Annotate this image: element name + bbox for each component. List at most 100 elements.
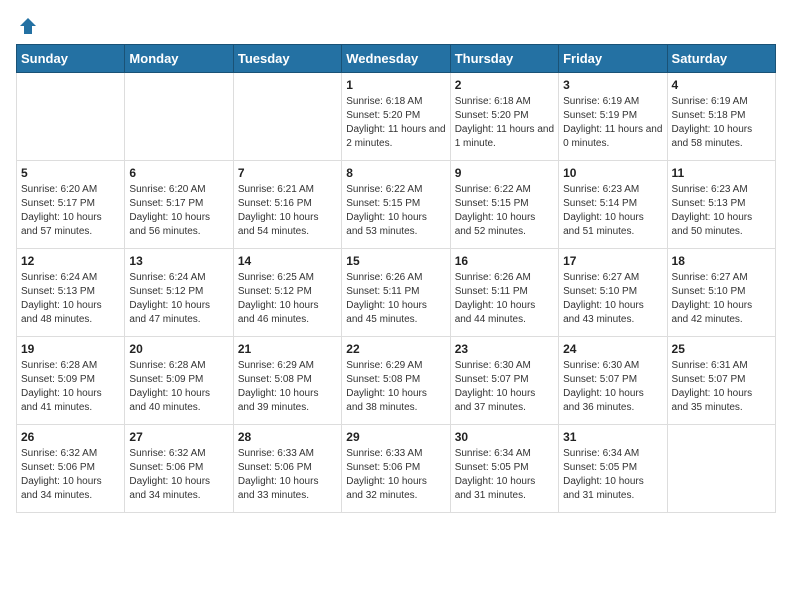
day-info: Sunrise: 6:33 AMSunset: 5:06 PMDaylight:… <box>238 447 337 503</box>
day-info: Sunrise: 6:18 AMSunset: 5:20 PMDaylight:… <box>455 95 554 151</box>
day-number: 24 <box>563 342 662 356</box>
calendar-cell: 1 Sunrise: 6:18 AMSunset: 5:20 PMDaylight… <box>342 73 450 161</box>
calendar-week-row: 26 Sunrise: 6:32 AMSunset: 5:06 PMDayligh… <box>17 425 776 513</box>
calendar-cell: 5 Sunrise: 6:20 AMSunset: 5:17 PMDaylight… <box>17 161 125 249</box>
calendar-cell <box>17 73 125 161</box>
calendar-cell: 14 Sunrise: 6:25 AMSunset: 5:12 PMDayligh… <box>233 249 341 337</box>
calendar-cell: 8 Sunrise: 6:22 AMSunset: 5:15 PMDaylight… <box>342 161 450 249</box>
day-info: Sunrise: 6:20 AMSunset: 5:17 PMDaylight:… <box>21 183 120 239</box>
day-info: Sunrise: 6:24 AMSunset: 5:12 PMDaylight:… <box>129 271 228 327</box>
calendar-cell: 19 Sunrise: 6:28 AMSunset: 5:09 PMDayligh… <box>17 337 125 425</box>
day-info: Sunrise: 6:24 AMSunset: 5:13 PMDaylight:… <box>21 271 120 327</box>
calendar-cell: 24Sunrise: 6:30 AMSunset: 5:07 PMDayligh… <box>559 337 667 425</box>
calendar-cell: 15 Sunrise: 6:26 AMSunset: 5:11 PMDayligh… <box>342 249 450 337</box>
weekday-header-monday: Monday <box>125 45 233 73</box>
calendar-cell: 6 Sunrise: 6:20 AMSunset: 5:17 PMDaylight… <box>125 161 233 249</box>
weekday-header-row: SundayMondayTuesdayWednesdayThursdayFrid… <box>17 45 776 73</box>
day-number: 31 <box>563 430 662 444</box>
day-info: Sunrise: 6:27 AMSunset: 5:10 PMDaylight:… <box>672 271 771 327</box>
logo-icon <box>18 16 38 36</box>
calendar-week-row: 19 Sunrise: 6:28 AMSunset: 5:09 PMDayligh… <box>17 337 776 425</box>
calendar-cell: 23 Sunrise: 6:30 AMSunset: 5:07 PMDayligh… <box>450 337 558 425</box>
calendar-cell: 31Sunrise: 6:34 AMSunset: 5:05 PMDayligh… <box>559 425 667 513</box>
day-info: Sunrise: 6:22 AMSunset: 5:15 PMDaylight:… <box>346 183 445 239</box>
day-info: Sunrise: 6:20 AMSunset: 5:17 PMDaylight:… <box>129 183 228 239</box>
day-info: Sunrise: 6:26 AMSunset: 5:11 PMDaylight:… <box>346 271 445 327</box>
day-number: 8 <box>346 166 445 180</box>
weekday-header-friday: Friday <box>559 45 667 73</box>
day-number: 28 <box>238 430 337 444</box>
day-number: 1 <box>346 78 445 92</box>
calendar-cell: 20 Sunrise: 6:28 AMSunset: 5:09 PMDayligh… <box>125 337 233 425</box>
day-info: Sunrise: 6:32 AMSunset: 5:06 PMDaylight:… <box>129 447 228 503</box>
day-info: Sunrise: 6:26 AMSunset: 5:11 PMDaylight:… <box>455 271 554 327</box>
calendar-cell <box>667 425 775 513</box>
calendar-cell: 18 Sunrise: 6:27 AMSunset: 5:10 PMDayligh… <box>667 249 775 337</box>
day-number: 12 <box>21 254 120 268</box>
day-info: Sunrise: 6:29 AMSunset: 5:08 PMDaylight:… <box>346 359 445 415</box>
day-info: Sunrise: 6:18 AMSunset: 5:20 PMDaylight:… <box>346 95 445 151</box>
day-number: 6 <box>129 166 228 180</box>
header <box>16 16 776 36</box>
day-number: 16 <box>455 254 554 268</box>
calendar-cell: 4Sunrise: 6:19 AMSunset: 5:18 PMDaylight… <box>667 73 775 161</box>
day-number: 18 <box>672 254 771 268</box>
day-number: 22 <box>346 342 445 356</box>
calendar-cell: 25Sunrise: 6:31 AMSunset: 5:07 PMDayligh… <box>667 337 775 425</box>
day-info: Sunrise: 6:21 AMSunset: 5:16 PMDaylight:… <box>238 183 337 239</box>
day-number: 4 <box>672 78 771 92</box>
logo <box>16 16 38 36</box>
weekday-header-thursday: Thursday <box>450 45 558 73</box>
day-info: Sunrise: 6:22 AMSunset: 5:15 PMDaylight:… <box>455 183 554 239</box>
day-info: Sunrise: 6:23 AMSunset: 5:14 PMDaylight:… <box>563 183 662 239</box>
calendar-cell: 2 Sunrise: 6:18 AMSunset: 5:20 PMDaylight… <box>450 73 558 161</box>
day-number: 27 <box>129 430 228 444</box>
day-number: 14 <box>238 254 337 268</box>
calendar-cell: 12 Sunrise: 6:24 AMSunset: 5:13 PMDayligh… <box>17 249 125 337</box>
day-info: Sunrise: 6:30 AMSunset: 5:07 PMDaylight:… <box>455 359 554 415</box>
day-info: Sunrise: 6:25 AMSunset: 5:12 PMDaylight:… <box>238 271 337 327</box>
day-number: 2 <box>455 78 554 92</box>
calendar-cell: 27 Sunrise: 6:32 AMSunset: 5:06 PMDayligh… <box>125 425 233 513</box>
calendar-cell: 28 Sunrise: 6:33 AMSunset: 5:06 PMDayligh… <box>233 425 341 513</box>
calendar-cell <box>233 73 341 161</box>
day-number: 9 <box>455 166 554 180</box>
day-number: 20 <box>129 342 228 356</box>
day-number: 25 <box>672 342 771 356</box>
calendar-cell: 3Sunrise: 6:19 AMSunset: 5:19 PMDaylight… <box>559 73 667 161</box>
day-number: 7 <box>238 166 337 180</box>
day-info: Sunrise: 6:34 AMSunset: 5:05 PMDaylight:… <box>455 447 554 503</box>
day-info: Sunrise: 6:29 AMSunset: 5:08 PMDaylight:… <box>238 359 337 415</box>
day-number: 29 <box>346 430 445 444</box>
calendar-cell: 10 Sunrise: 6:23 AMSunset: 5:14 PMDayligh… <box>559 161 667 249</box>
calendar-cell: 11Sunrise: 6:23 AMSunset: 5:13 PMDayligh… <box>667 161 775 249</box>
day-info: Sunrise: 6:28 AMSunset: 5:09 PMDaylight:… <box>129 359 228 415</box>
calendar-cell: 13Sunrise: 6:24 AMSunset: 5:12 PMDayligh… <box>125 249 233 337</box>
calendar-week-row: 12 Sunrise: 6:24 AMSunset: 5:13 PMDayligh… <box>17 249 776 337</box>
day-info: Sunrise: 6:28 AMSunset: 5:09 PMDaylight:… <box>21 359 120 415</box>
day-number: 10 <box>563 166 662 180</box>
day-number: 21 <box>238 342 337 356</box>
day-number: 19 <box>21 342 120 356</box>
day-info: Sunrise: 6:27 AMSunset: 5:10 PMDaylight:… <box>563 271 662 327</box>
calendar-cell: 16 Sunrise: 6:26 AMSunset: 5:11 PMDayligh… <box>450 249 558 337</box>
day-number: 30 <box>455 430 554 444</box>
day-number: 26 <box>21 430 120 444</box>
weekday-header-saturday: Saturday <box>667 45 775 73</box>
day-number: 3 <box>563 78 662 92</box>
day-number: 15 <box>346 254 445 268</box>
weekday-header-tuesday: Tuesday <box>233 45 341 73</box>
day-info: Sunrise: 6:32 AMSunset: 5:06 PMDaylight:… <box>21 447 120 503</box>
calendar-table: SundayMondayTuesdayWednesdayThursdayFrid… <box>16 44 776 513</box>
calendar-cell: 9 Sunrise: 6:22 AMSunset: 5:15 PMDaylight… <box>450 161 558 249</box>
calendar-cell: 26 Sunrise: 6:32 AMSunset: 5:06 PMDayligh… <box>17 425 125 513</box>
calendar-week-row: 5 Sunrise: 6:20 AMSunset: 5:17 PMDaylight… <box>17 161 776 249</box>
calendar-week-row: 1 Sunrise: 6:18 AMSunset: 5:20 PMDaylight… <box>17 73 776 161</box>
day-info: Sunrise: 6:23 AMSunset: 5:13 PMDaylight:… <box>672 183 771 239</box>
calendar-cell: 21 Sunrise: 6:29 AMSunset: 5:08 PMDayligh… <box>233 337 341 425</box>
day-number: 5 <box>21 166 120 180</box>
day-info: Sunrise: 6:33 AMSunset: 5:06 PMDaylight:… <box>346 447 445 503</box>
day-number: 17 <box>563 254 662 268</box>
day-number: 23 <box>455 342 554 356</box>
weekday-header-wednesday: Wednesday <box>342 45 450 73</box>
